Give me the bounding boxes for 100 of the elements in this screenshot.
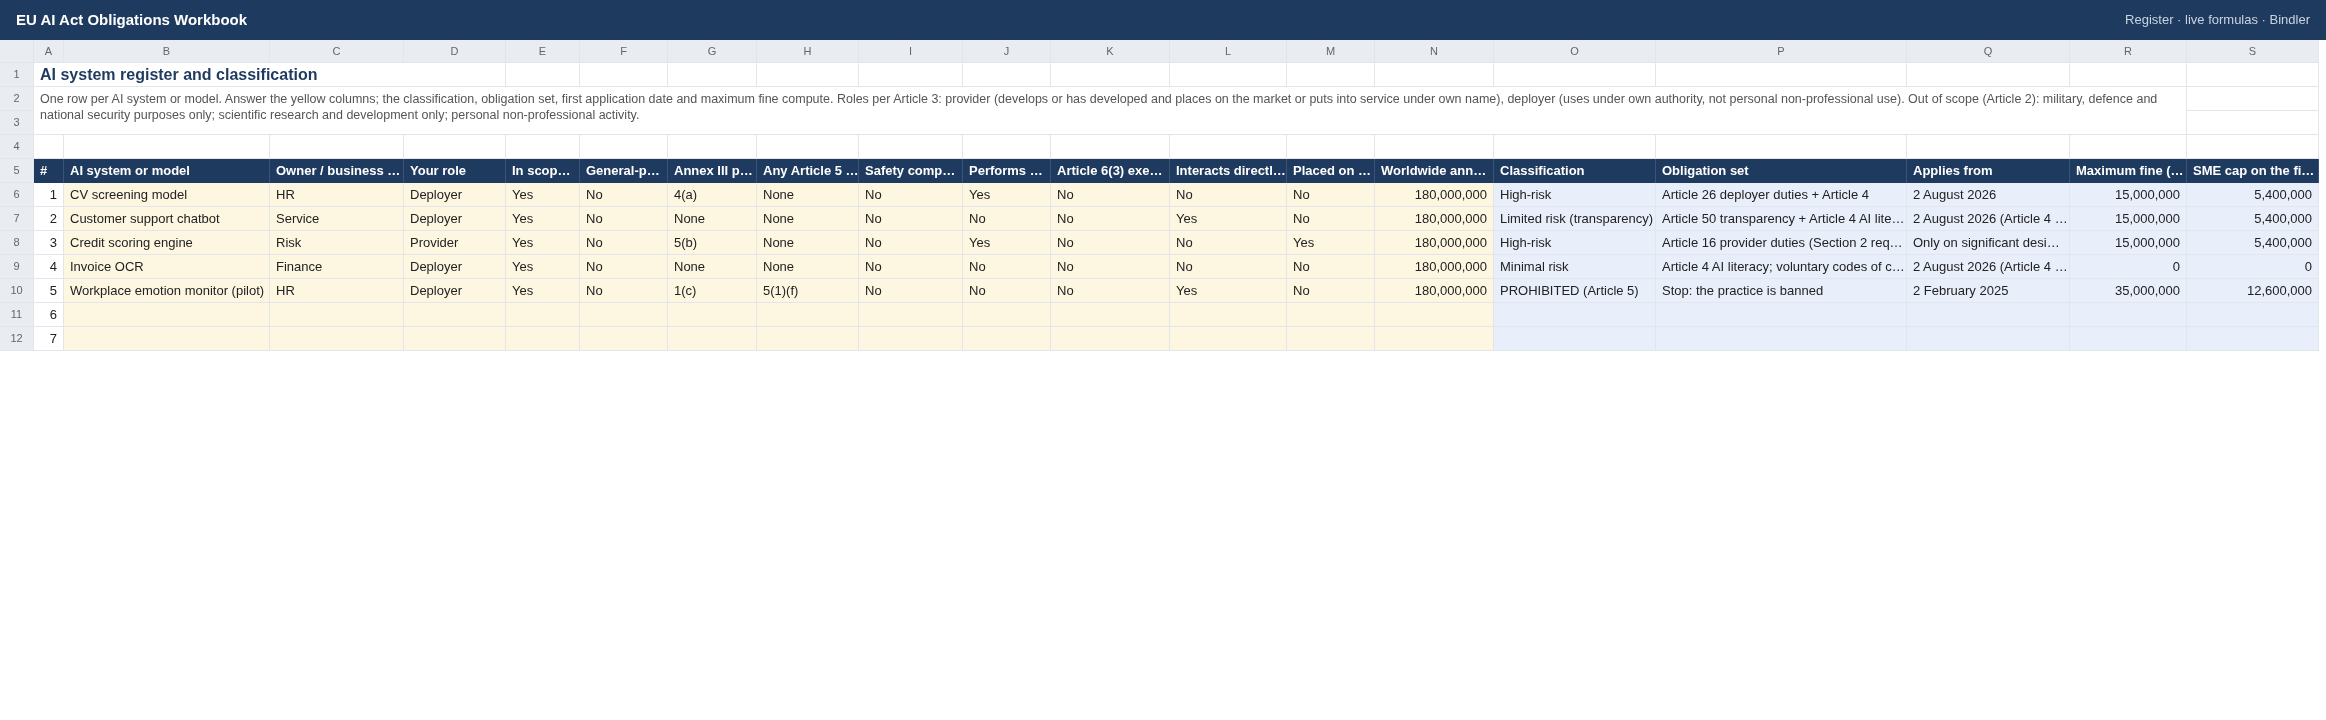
table-cell: Finance — [270, 255, 404, 279]
table-cell: Risk — [270, 231, 404, 255]
table-cell: 0 — [2070, 255, 2187, 279]
column-heading: Placed on … — [1287, 159, 1375, 183]
column-header[interactable]: B — [64, 40, 270, 63]
table-cell: Article 4 AI literacy; voluntary codes of c… — [1656, 255, 1907, 279]
column-header[interactable]: Q — [1907, 40, 2070, 63]
table-cell: No — [1051, 207, 1170, 231]
column-header[interactable]: F — [580, 40, 668, 63]
table-cell: No — [963, 255, 1051, 279]
table-cell: 0 — [2187, 255, 2319, 279]
row-header[interactable]: 4 — [0, 135, 34, 159]
column-heading: Performs … — [963, 159, 1051, 183]
column-header[interactable]: M — [1287, 40, 1375, 63]
table-cell: High-risk — [1494, 231, 1656, 255]
row-header[interactable]: 3 — [0, 111, 34, 135]
column-heading: Article 6(3) exe… — [1051, 159, 1170, 183]
table-cell: 1(c) — [668, 279, 757, 303]
table-cell: 5(b) — [668, 231, 757, 255]
row-header[interactable]: 10 — [0, 279, 34, 303]
row-header[interactable]: 12 — [0, 327, 34, 351]
column-heading: In scop… — [506, 159, 580, 183]
column-header[interactable]: N — [1375, 40, 1494, 63]
table-cell: No — [963, 207, 1051, 231]
table-cell: Workplace emotion monitor (pilot) — [64, 279, 270, 303]
column-header[interactable]: L — [1170, 40, 1287, 63]
column-header[interactable]: I — [859, 40, 963, 63]
table-cell: 5,400,000 — [2187, 207, 2319, 231]
column-header[interactable]: D — [404, 40, 506, 63]
table-cell: Yes — [1170, 279, 1287, 303]
column-heading: Obligation set — [1656, 159, 1907, 183]
column-header[interactable]: G — [668, 40, 757, 63]
table-cell: 180,000,000 — [1375, 231, 1494, 255]
row-header[interactable]: 11 — [0, 303, 34, 327]
table-cell: 180,000,000 — [1375, 279, 1494, 303]
column-heading: # — [34, 159, 64, 183]
table-cell: No — [859, 231, 963, 255]
table-cell: Yes — [963, 183, 1051, 207]
column-heading: Your role — [404, 159, 506, 183]
table-cell: 2 August 2026 (Article 4 … — [1907, 207, 2070, 231]
column-heading: Worldwide ann… — [1375, 159, 1494, 183]
table-cell: Deployer — [404, 183, 506, 207]
table-cell: 180,000,000 — [1375, 255, 1494, 279]
table-cell: Deployer — [404, 279, 506, 303]
table-cell: Stop: the practice is banned — [1656, 279, 1907, 303]
table-cell: High-risk — [1494, 183, 1656, 207]
table-cell: Deployer — [404, 207, 506, 231]
table-cell: 2 — [34, 207, 64, 231]
column-header[interactable]: R — [2070, 40, 2187, 63]
table-cell: None — [757, 231, 859, 255]
table-cell: 5,400,000 — [2187, 231, 2319, 255]
column-header[interactable]: A — [34, 40, 64, 63]
column-header[interactable]: C — [270, 40, 404, 63]
column-heading: Annex III p… — [668, 159, 757, 183]
column-heading: Safety comp… — [859, 159, 963, 183]
row-header[interactable]: 7 — [0, 207, 34, 231]
table-cell: No — [580, 255, 668, 279]
row-header[interactable]: 2 — [0, 87, 34, 111]
table-cell: No — [859, 255, 963, 279]
column-heading: General-p… — [580, 159, 668, 183]
table-cell: Yes — [963, 231, 1051, 255]
table-cell: None — [668, 207, 757, 231]
table-cell: Yes — [506, 183, 580, 207]
column-header[interactable]: E — [506, 40, 580, 63]
column-header[interactable]: K — [1051, 40, 1170, 63]
row-header[interactable]: 8 — [0, 231, 34, 255]
table-cell: Credit scoring engine — [64, 231, 270, 255]
table-cell: 15,000,000 — [2070, 207, 2187, 231]
table-cell: Yes — [506, 279, 580, 303]
column-header[interactable]: S — [2187, 40, 2319, 63]
table-cell: No — [963, 279, 1051, 303]
table-cell: Only on significant desi… — [1907, 231, 2070, 255]
row-header[interactable]: 9 — [0, 255, 34, 279]
table-cell: None — [757, 207, 859, 231]
table-cell: 5,400,000 — [2187, 183, 2319, 207]
table-cell: Service — [270, 207, 404, 231]
row-header[interactable]: 1 — [0, 63, 34, 87]
table-cell: 15,000,000 — [2070, 183, 2187, 207]
table-cell: No — [1170, 183, 1287, 207]
table-cell: Yes — [1287, 231, 1375, 255]
table-cell: No — [1051, 255, 1170, 279]
table-cell: 6 — [34, 303, 64, 327]
table-cell: None — [757, 255, 859, 279]
table-cell: 7 — [34, 327, 64, 351]
column-heading: Maximum fine (… — [2070, 159, 2187, 183]
table-cell: None — [668, 255, 757, 279]
table-cell: Yes — [506, 231, 580, 255]
column-header[interactable]: P — [1656, 40, 1907, 63]
row-header[interactable]: 6 — [0, 183, 34, 207]
table-cell: No — [1287, 279, 1375, 303]
row-header[interactable]: 5 — [0, 159, 34, 183]
table-cell: No — [1051, 183, 1170, 207]
column-header[interactable]: H — [757, 40, 859, 63]
table-cell: 35,000,000 — [2070, 279, 2187, 303]
table-cell: Yes — [1170, 207, 1287, 231]
table-cell: No — [1170, 255, 1287, 279]
table-cell: Invoice OCR — [64, 255, 270, 279]
column-header[interactable]: O — [1494, 40, 1656, 63]
column-header[interactable]: J — [963, 40, 1051, 63]
table-cell: 2 August 2026 (Article 4 … — [1907, 255, 2070, 279]
